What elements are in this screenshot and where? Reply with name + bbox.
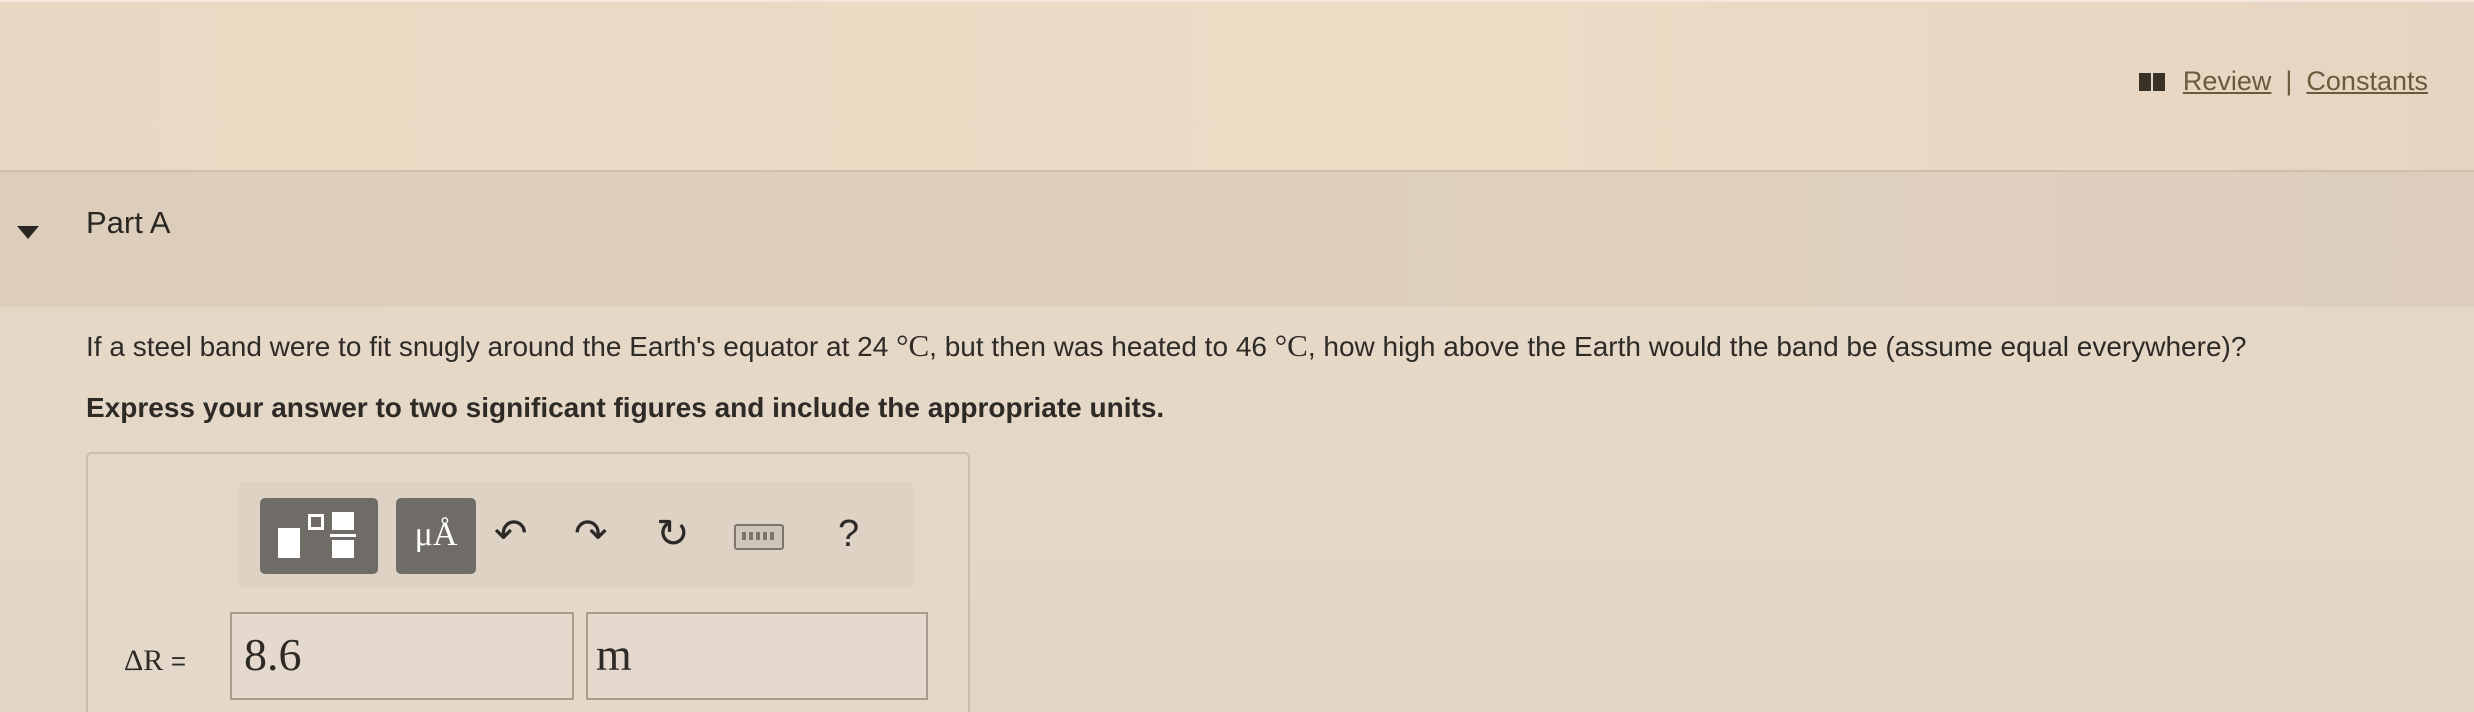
- part-title: Part A: [86, 205, 171, 240]
- question-segment-3: , how high above the Earth would the ban…: [1307, 331, 2247, 362]
- constants-link[interactable]: Constants: [2306, 66, 2428, 97]
- reset-icon[interactable]: ↻: [656, 510, 690, 558]
- help-icon[interactable]: ?: [838, 510, 859, 558]
- answer-value-input[interactable]: 8.6: [230, 612, 574, 700]
- templates-button[interactable]: [260, 498, 378, 574]
- question-segment-2: , but then was heated to 46: [929, 331, 1267, 362]
- header-band: Review | Constants: [0, 0, 2474, 172]
- header-links: Review | Constants: [2138, 66, 2428, 97]
- page: Review | Constants Part A If a steel ban…: [0, 0, 2474, 712]
- part-header[interactable]: [0, 170, 2474, 307]
- equals-sign: =: [170, 646, 186, 676]
- answer-label: ΔR =: [124, 644, 186, 678]
- review-link[interactable]: Review: [2183, 66, 2272, 97]
- answer-unit-input[interactable]: m: [586, 612, 928, 700]
- temperature-unit-2: °C: [1274, 328, 1308, 363]
- answer-variable: ΔR: [124, 644, 164, 677]
- redo-icon[interactable]: ↷: [574, 510, 608, 558]
- book-icon: [2138, 72, 2165, 91]
- collapse-caret-icon[interactable]: [17, 226, 39, 239]
- undo-icon[interactable]: ↶: [494, 510, 528, 558]
- link-separator: |: [2285, 66, 2293, 96]
- question-segment-1: If a steel band were to fit snugly aroun…: [86, 331, 889, 362]
- math-toolbar: μÅ ↶ ↷ ↻ ?: [238, 482, 914, 588]
- units-button-label: μÅ: [414, 516, 458, 553]
- keyboard-icon[interactable]: [734, 524, 784, 550]
- answer-box: μÅ ↶ ↷ ↻ ? ΔR = 8.6 m: [86, 452, 970, 712]
- units-button[interactable]: μÅ: [396, 498, 476, 574]
- answer-instruction: Express your answer to two significant f…: [86, 392, 1165, 423]
- templates-icon: [278, 512, 362, 562]
- temperature-unit-1: °C: [896, 328, 930, 363]
- question-text: If a steel band were to fit snugly aroun…: [86, 328, 2456, 364]
